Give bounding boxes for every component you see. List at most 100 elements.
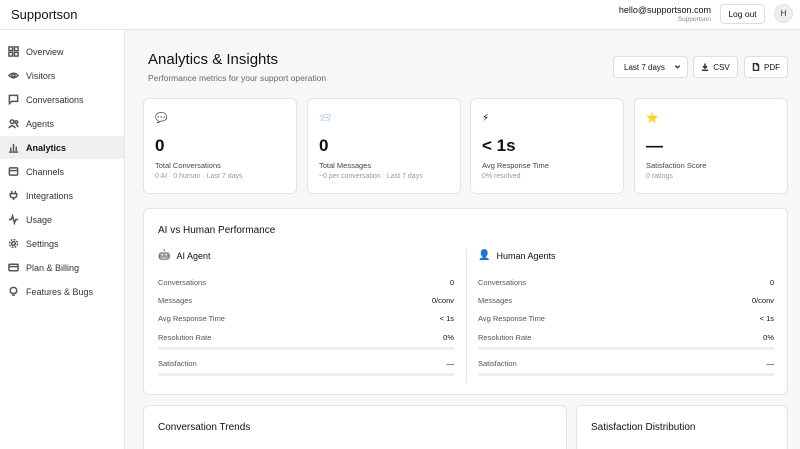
ai-resolution-bar xyxy=(158,347,454,350)
channels-icon xyxy=(8,166,19,177)
bar-chart-icon xyxy=(8,142,19,153)
stat-sub: ~0 per conversation · Last 7 days xyxy=(319,173,423,180)
performance-card: AI vs Human Performance 🤖 AI Agent 👤 Hum… xyxy=(143,208,788,395)
sidebar-item-label: Channels xyxy=(26,166,65,177)
stat-card-avg-response: ⚡ < 1s Avg Response Time 0% resolved xyxy=(470,98,624,194)
sidebar-item-label: Integrations xyxy=(26,190,74,201)
incoming-envelope-icon: 📨 xyxy=(319,113,332,124)
ai-response-time-row: Avg Response Time < 1s xyxy=(158,314,454,326)
human-agents-header: 👤 Human Agents xyxy=(478,250,556,261)
ai-messages-row: Messages 0/conv xyxy=(158,296,454,308)
lightbulb-icon xyxy=(8,286,19,297)
user-email: hello@supportson.com xyxy=(618,5,711,15)
chevron-down-icon xyxy=(674,63,681,72)
sidebar-item-label: Visitors xyxy=(26,70,56,81)
metric-value: — xyxy=(766,359,775,368)
date-range-value: Last 7 days xyxy=(624,62,665,72)
plug-icon xyxy=(8,190,19,201)
stat-label: Total Messages xyxy=(319,161,372,170)
sidebar-item-features-bugs[interactable]: Features & Bugs xyxy=(0,280,124,303)
metric-label: Avg Response Time xyxy=(158,314,225,323)
stat-label: Avg Response Time xyxy=(482,161,549,170)
human-satisfaction-row: Satisfaction — xyxy=(478,359,774,371)
sidebar-item-integrations[interactable]: Integrations xyxy=(0,184,124,207)
stat-sub: 0% resolved xyxy=(482,173,521,180)
lightning-icon: ⚡ xyxy=(482,113,490,124)
stat-label: Total Conversations xyxy=(155,161,221,170)
export-csv-button[interactable]: CSV xyxy=(693,56,738,78)
metric-label: Messages xyxy=(478,296,513,305)
star-icon: ⭐ xyxy=(646,113,659,124)
human-messages-row: Messages 0/conv xyxy=(478,296,774,308)
metric-value: 0% xyxy=(763,333,774,342)
metric-label: Conversations xyxy=(478,278,526,287)
export-pdf-button[interactable]: PDF xyxy=(744,56,788,78)
ai-agent-title: AI Agent xyxy=(176,250,211,261)
ai-conversations-row: Conversations 0 xyxy=(158,278,454,290)
sidebar-item-overview[interactable]: Overview xyxy=(0,40,124,63)
speech-balloon-icon: 💬 xyxy=(155,113,168,124)
sidebar-item-usage[interactable]: Usage xyxy=(0,208,124,231)
stat-sub: 0 AI · 0 human · Last 7 days xyxy=(155,173,243,180)
sidebar-item-channels[interactable]: Channels xyxy=(0,160,124,183)
stat-value: — xyxy=(646,136,663,155)
metric-value: — xyxy=(446,359,455,368)
stat-sub: 0 ratings xyxy=(646,173,673,180)
metric-value: < 1s xyxy=(439,314,454,323)
activity-icon xyxy=(8,214,19,225)
top-bar: Supportson hello@supportson.com Supports… xyxy=(0,0,800,30)
metric-value: 0 xyxy=(449,278,454,287)
metric-value: 0/conv xyxy=(751,296,774,305)
sidebar-item-agents[interactable]: Agents xyxy=(0,112,124,135)
stat-value: 0 xyxy=(155,136,165,155)
human-resolution-row: Resolution Rate 0% xyxy=(478,333,774,345)
logout-button[interactable]: Log out xyxy=(720,4,765,24)
download-icon xyxy=(701,63,713,71)
date-range-select[interactable]: Last 7 days xyxy=(613,56,688,78)
metric-value: 0% xyxy=(443,333,454,342)
pdf-label: PDF xyxy=(764,62,780,72)
ai-satisfaction-bar xyxy=(158,373,454,376)
stat-label: Satisfaction Score xyxy=(646,161,707,170)
sidebar-item-label: Conversations xyxy=(26,94,84,105)
satisfaction-title: Satisfaction Distribution xyxy=(591,422,696,433)
eye-icon xyxy=(8,70,19,81)
trends-title: Conversation Trends xyxy=(158,422,251,433)
sidebar-item-conversations[interactable]: Conversations xyxy=(0,88,124,111)
column-divider xyxy=(466,249,467,383)
credit-card-icon xyxy=(8,262,19,273)
sidebar-item-visitors[interactable]: Visitors xyxy=(0,64,124,87)
user-org: Supportson xyxy=(677,16,711,23)
stat-card-satisfaction: ⭐ — Satisfaction Score 0 ratings xyxy=(634,98,788,194)
sidebar-item-label: Agents xyxy=(26,118,55,129)
avatar[interactable]: H xyxy=(774,4,793,23)
stat-value: 0 xyxy=(319,136,329,155)
csv-label: CSV xyxy=(713,62,730,72)
sidebar-item-label: Analytics xyxy=(26,142,67,153)
stat-value: < 1s xyxy=(482,136,516,155)
file-icon xyxy=(752,63,764,71)
sidebar-item-plan-billing[interactable]: Plan & Billing xyxy=(0,256,124,279)
sidebar-item-settings[interactable]: Settings xyxy=(0,232,124,255)
stat-card-total-messages: 📨 0 Total Messages ~0 per conversation ·… xyxy=(307,98,461,194)
metric-label: Resolution Rate xyxy=(478,333,532,342)
sidebar-item-label: Overview xyxy=(26,46,64,57)
metric-label: Resolution Rate xyxy=(158,333,212,342)
sidebar-item-analytics[interactable]: Analytics xyxy=(0,136,124,159)
ai-agent-header: 🤖 AI Agent xyxy=(158,250,210,261)
conversation-trends-card: Conversation Trends xyxy=(143,405,567,449)
sidebar-item-label: Plan & Billing xyxy=(26,262,80,273)
gear-icon xyxy=(8,238,19,249)
metric-value: 0 xyxy=(769,278,774,287)
metric-label: Avg Response Time xyxy=(478,314,545,323)
person-icon: 👤 xyxy=(478,250,491,261)
metric-label: Conversations xyxy=(158,278,206,287)
metric-label: Satisfaction xyxy=(158,359,197,368)
human-agents-title: Human Agents xyxy=(496,250,556,261)
human-conversations-row: Conversations 0 xyxy=(478,278,774,290)
human-satisfaction-bar xyxy=(478,373,774,376)
metric-value: < 1s xyxy=(759,314,774,323)
metric-value: 0/conv xyxy=(431,296,454,305)
human-resolution-bar xyxy=(478,347,774,350)
brand-logo[interactable]: Supportson xyxy=(11,7,78,22)
